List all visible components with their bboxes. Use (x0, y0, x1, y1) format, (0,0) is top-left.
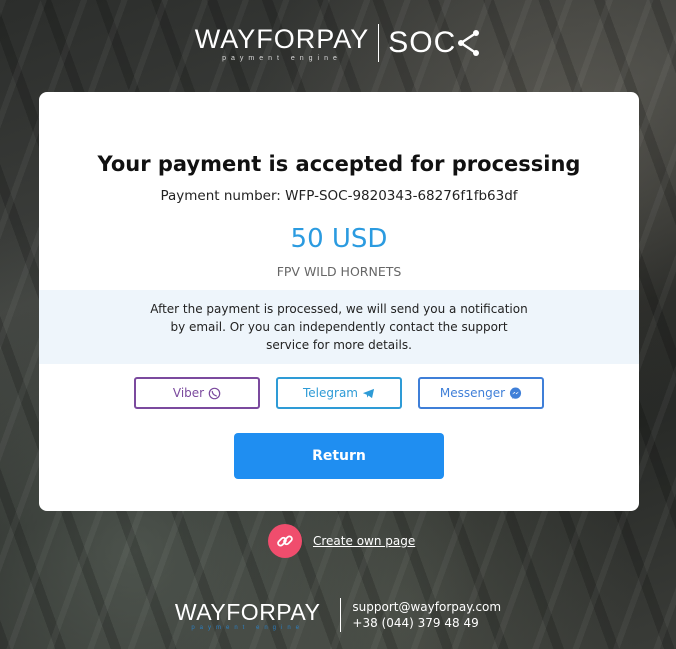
contact-buttons: Viber Telegram Messenger (134, 377, 544, 409)
messenger-button[interactable]: Messenger (418, 377, 544, 409)
notice-text: After the payment is processed, we will … (150, 302, 528, 352)
logo-divider (378, 24, 380, 62)
link-icon (268, 524, 302, 558)
create-own-page-link[interactable]: Create own page (313, 534, 415, 548)
wayforpay-logo-word: WAYFORPAY (194, 24, 370, 54)
wayforpay-logo: WAYFORPAY payment engine (195, 24, 370, 62)
page-title: Your payment is accepted for processing (97, 152, 581, 176)
partner-logo: SOC (388, 26, 481, 60)
payment-amount: 50 USD (290, 224, 388, 254)
payment-status-card: Your payment is accepted for processing … (39, 92, 639, 511)
footer-contacts: support@wayforpay.com +38 (044) 379 48 4… (352, 599, 501, 631)
partner-logo-text: SOC (388, 26, 457, 59)
messenger-icon (510, 387, 522, 399)
payment-number: Payment number: WFP-SOC-9820343-68276f1f… (160, 188, 518, 204)
footer-logo-tagline: payment engine (191, 625, 305, 631)
telegram-icon (362, 388, 375, 398)
telegram-button-label: Telegram (303, 386, 358, 400)
support-email[interactable]: support@wayforpay.com (352, 599, 501, 615)
header-logo: WAYFORPAY payment engine SOC (0, 24, 676, 62)
return-button[interactable]: Return (234, 433, 444, 479)
messenger-button-label: Messenger (439, 386, 506, 400)
footer-divider (340, 598, 342, 632)
wayforpay-logo-tagline: payment engine (222, 55, 342, 62)
viber-button[interactable]: Viber (134, 377, 260, 409)
support-phone[interactable]: +38 (044) 379 48 49 (352, 615, 501, 631)
notice-banner: After the payment is processed, we will … (39, 290, 639, 364)
payment-purpose: FPV WILD HORNETS (276, 264, 402, 279)
create-own-page[interactable]: Create own page (268, 524, 415, 558)
footer-logo-word: WAYFORPAY (174, 599, 321, 625)
footer-logo: WAYFORPAY payment engine (175, 599, 321, 631)
share-icon (458, 30, 480, 56)
telegram-button[interactable]: Telegram (276, 377, 402, 409)
viber-icon (208, 387, 221, 399)
payment-result-page: WAYFORPAY payment engine SOC Your paymen… (0, 0, 676, 649)
viber-button-label: Viber (172, 386, 205, 400)
footer: WAYFORPAY payment engine support@wayforp… (0, 598, 676, 632)
